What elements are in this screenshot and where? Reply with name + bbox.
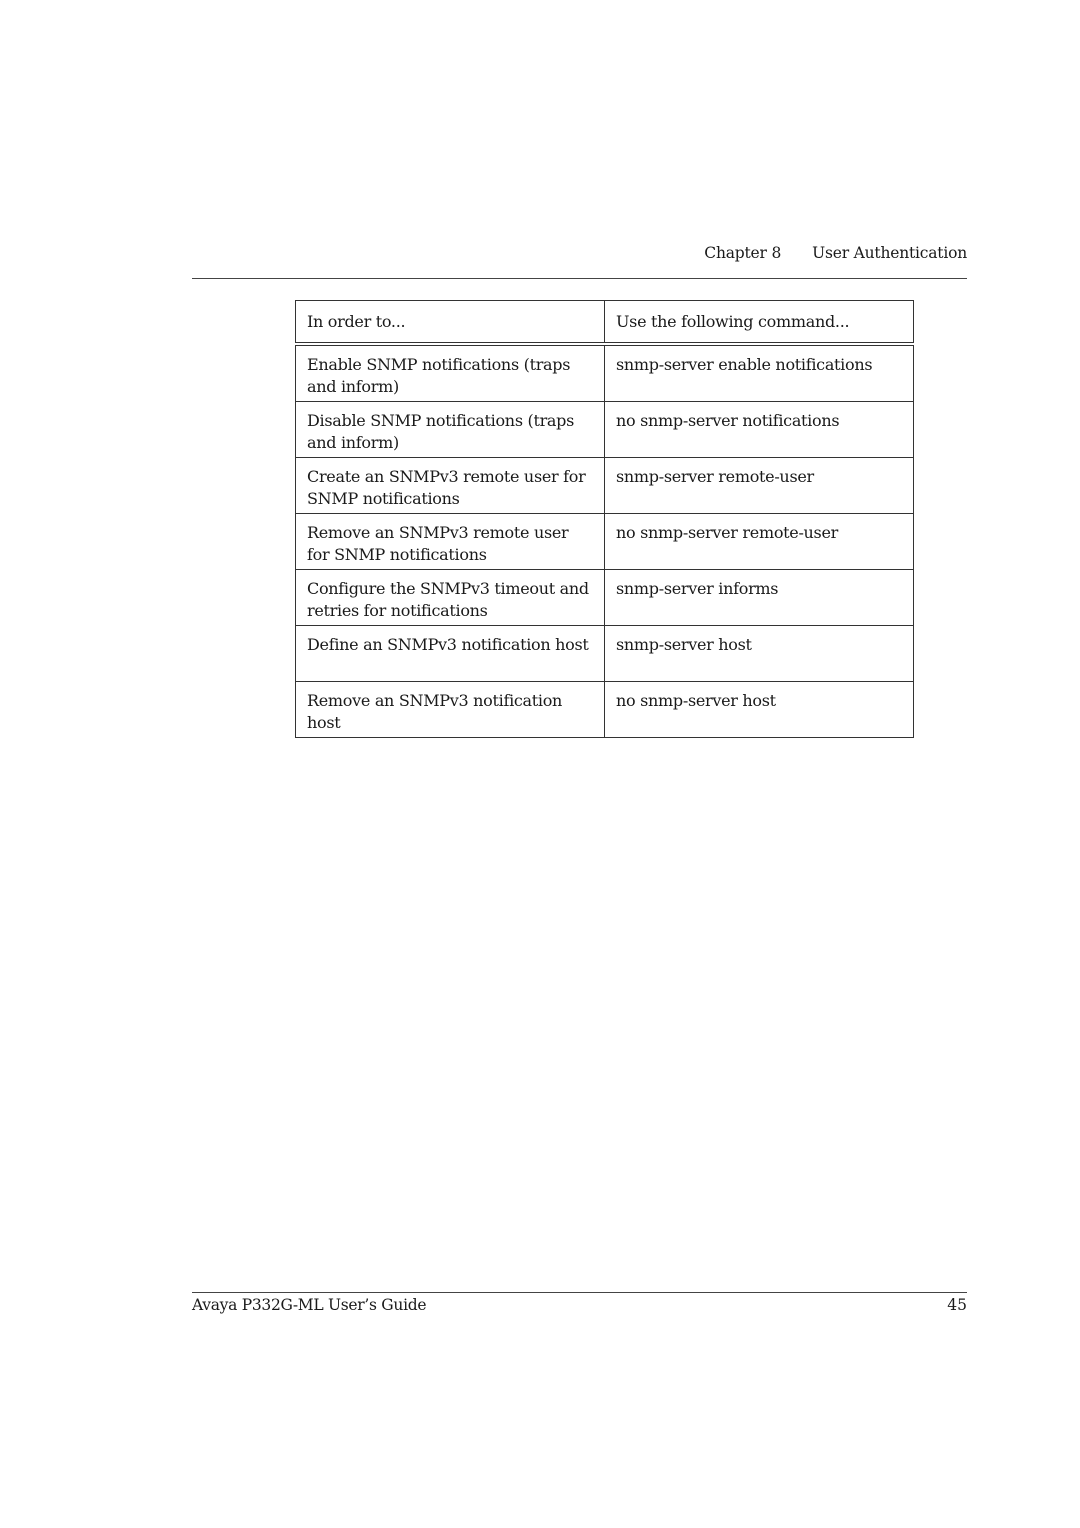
task-cell: Configure the SNMPv3 timeout and retries… — [295, 569, 605, 626]
section-title: User Authentication — [812, 244, 967, 262]
command-cell: snmp-server informs — [604, 569, 914, 626]
command-cell: no snmp-server host — [604, 681, 914, 738]
command-cell: snmp-server remote-user — [604, 457, 914, 514]
table-row: Enable SNMP notifications (traps and inf… — [295, 343, 914, 402]
task-cell: Remove an SNMPv3 remote user for SNMP no… — [295, 513, 605, 570]
command-cell: no snmp-server remote-user — [604, 513, 914, 570]
chapter-label: Chapter 8 — [704, 244, 782, 262]
task-cell: Enable SNMP notifications (traps and inf… — [295, 343, 605, 402]
task-cell: Disable SNMP notifications (traps and in… — [295, 401, 605, 458]
command-cell: snmp-server host — [604, 625, 914, 682]
header-rule — [192, 278, 967, 279]
task-cell: Remove an SNMPv3 notification host — [295, 681, 605, 738]
table-row: Remove an SNMPv3 remote user for SNMP no… — [295, 513, 914, 570]
command-cell: no snmp-server notifications — [604, 401, 914, 458]
command-cell: snmp-server enable notifications — [604, 343, 914, 402]
column-header-task: In order to... — [295, 300, 605, 346]
table-row: Define an SNMPv3 notification host snmp-… — [295, 625, 914, 682]
command-table: In order to... Use the following command… — [295, 300, 914, 738]
table-row: Create an SNMPv3 remote user for SNMP no… — [295, 457, 914, 514]
table-header-row: In order to... Use the following command… — [295, 300, 914, 346]
table-row: Remove an SNMPv3 notification host no sn… — [295, 681, 914, 738]
task-cell: Create an SNMPv3 remote user for SNMP no… — [295, 457, 605, 514]
page-number: 45 — [947, 1296, 967, 1314]
column-header-command: Use the following command... — [604, 300, 914, 346]
footer-rule — [192, 1292, 967, 1293]
table-row: Disable SNMP notifications (traps and in… — [295, 401, 914, 458]
table-row: Configure the SNMPv3 timeout and retries… — [295, 569, 914, 626]
footer-document-title: Avaya P332G-ML User’s Guide — [192, 1296, 427, 1314]
task-cell: Define an SNMPv3 notification host — [295, 625, 605, 682]
running-header: Chapter 8 User Authentication — [704, 244, 967, 262]
